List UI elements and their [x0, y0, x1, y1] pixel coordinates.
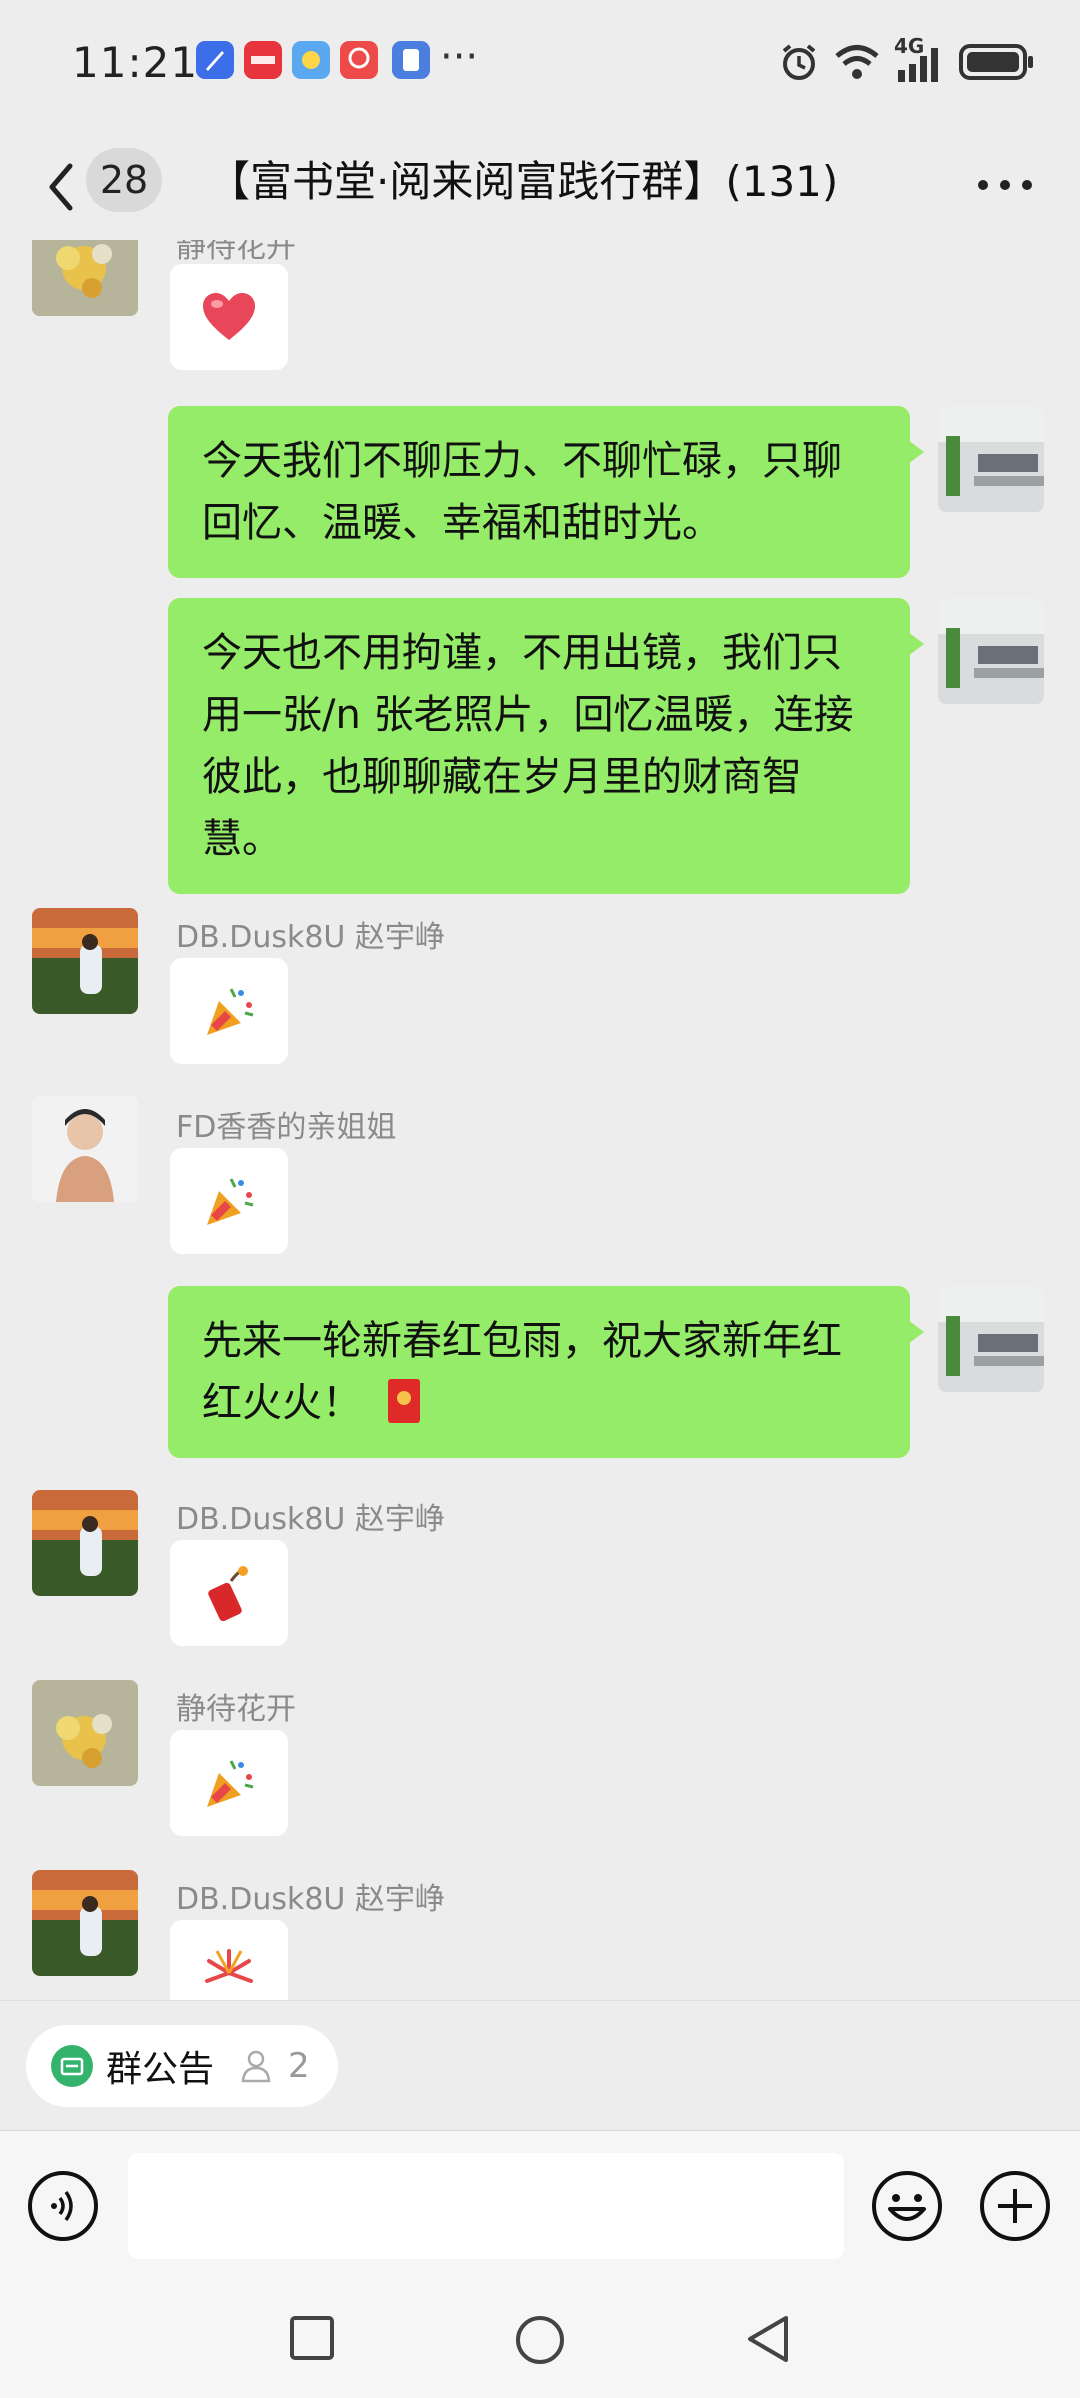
- avatar-dbdusk8u[interactable]: [32, 908, 138, 1014]
- emoji-face-icon[interactable]: [870, 2169, 944, 2243]
- self-avatar[interactable]: [938, 598, 1044, 704]
- outgoing-message[interactable]: 今天也不用拘谨，不用出镜，我们只用一张/n 张老照片，回忆温暖，连接彼此，也聊聊…: [168, 598, 924, 894]
- fireworks-icon: [205, 1949, 253, 1983]
- sender-name: FD香香的亲姐姐: [176, 1110, 397, 1145]
- firecracker-icon: [208, 1566, 248, 1621]
- outgoing-message[interactable]: 先来一轮新春红包雨，祝大家新年红红火火！: [168, 1286, 924, 1458]
- xiaohongshu-app-icon: [244, 41, 282, 79]
- recent-apps-square-icon[interactable]: [288, 2314, 336, 2362]
- avatar-dbdusk8u[interactable]: [32, 1490, 138, 1596]
- party-popper-sticker-bubble[interactable]: [170, 958, 288, 1064]
- chat-header: 28 【富书堂·阅来阅富践行群】(131): [0, 130, 1080, 240]
- avatar-jingdaihuakai[interactable]: [32, 1680, 138, 1786]
- group-title: 【富书堂·阅来阅富践行群】(131): [208, 157, 839, 206]
- group-notice-button[interactable]: 群公告 2: [26, 2025, 338, 2107]
- party-popper-sticker-bubble[interactable]: [170, 1148, 288, 1254]
- back-triangle-icon[interactable]: [744, 2314, 792, 2364]
- heart-icon: [203, 293, 255, 340]
- wifi-icon: [835, 45, 879, 79]
- notice-label: 群公告: [106, 2049, 215, 2090]
- weather-app-icon: [292, 41, 330, 79]
- sender-name: 静待花开: [176, 240, 296, 265]
- battery-icon: [959, 44, 1033, 80]
- clock: 11:21: [72, 38, 199, 87]
- cellular-signal-icon: 4G: [894, 34, 944, 84]
- more-options-icon[interactable]: [970, 150, 1040, 220]
- sender-name: 静待花开: [176, 1692, 296, 1727]
- home-circle-icon[interactable]: [514, 2314, 566, 2366]
- sender-name: DB.Dusk8U 赵宇峥: [176, 1882, 445, 1917]
- avatar-jingdaihuakai[interactable]: [32, 240, 138, 316]
- person-icon: [241, 2050, 271, 2083]
- composer-bar: [0, 2130, 1080, 2281]
- more-notifications-icon: ···: [440, 34, 479, 80]
- plus-icon[interactable]: [978, 2169, 1052, 2243]
- announcement-bar: 群公告 2: [0, 2000, 1080, 2131]
- compass-app-icon: [196, 41, 234, 79]
- self-avatar[interactable]: [938, 406, 1044, 512]
- sender-name: DB.Dusk8U 赵宇峥: [176, 1502, 445, 1537]
- message-text: 先来一轮新春红包雨，祝大家新年红红火火！: [202, 1318, 842, 1426]
- fireworks-sticker-bubble[interactable]: [170, 1920, 288, 2000]
- alarm-icon: [782, 44, 816, 80]
- id-app-icon: [392, 41, 430, 79]
- announcement-icon: [51, 2045, 93, 2087]
- party-popper-sticker-bubble[interactable]: [170, 1730, 288, 1836]
- message-input[interactable]: [128, 2153, 844, 2259]
- red-envelope-icon: [387, 1379, 420, 1423]
- self-avatar[interactable]: [938, 1286, 1044, 1392]
- firecracker-sticker-bubble[interactable]: [170, 1540, 288, 1646]
- heart-sticker-bubble[interactable]: [170, 264, 288, 370]
- system-navigation-bar: [0, 2280, 1080, 2398]
- status-bar: 11:21 ··· 4G: [0, 0, 1080, 130]
- reader-count: 2: [288, 2046, 310, 2086]
- sender-name: DB.Dusk8U 赵宇峥: [176, 920, 445, 955]
- avatar-fdxiangxiang[interactable]: [32, 1096, 138, 1202]
- avatar-dbdusk8u[interactable]: [32, 1870, 138, 1976]
- unread-count-badge[interactable]: 28: [86, 148, 162, 212]
- outgoing-message[interactable]: 今天我们不聊压力、不聊忙碌，只聊回忆、温暖、幸福和甜时光。: [168, 406, 924, 578]
- party-popper-icon: [207, 988, 254, 1035]
- message-list[interactable]: 静待花开 今天我们不聊压力、不聊忙碌，只聊回忆、温暖、幸福和甜时光。 今天也不用…: [0, 240, 1080, 2000]
- voice-input-icon[interactable]: [26, 2169, 100, 2243]
- party-popper-icon: [207, 1178, 254, 1225]
- party-popper-icon: [207, 1760, 254, 1807]
- health-app-icon: [340, 41, 378, 79]
